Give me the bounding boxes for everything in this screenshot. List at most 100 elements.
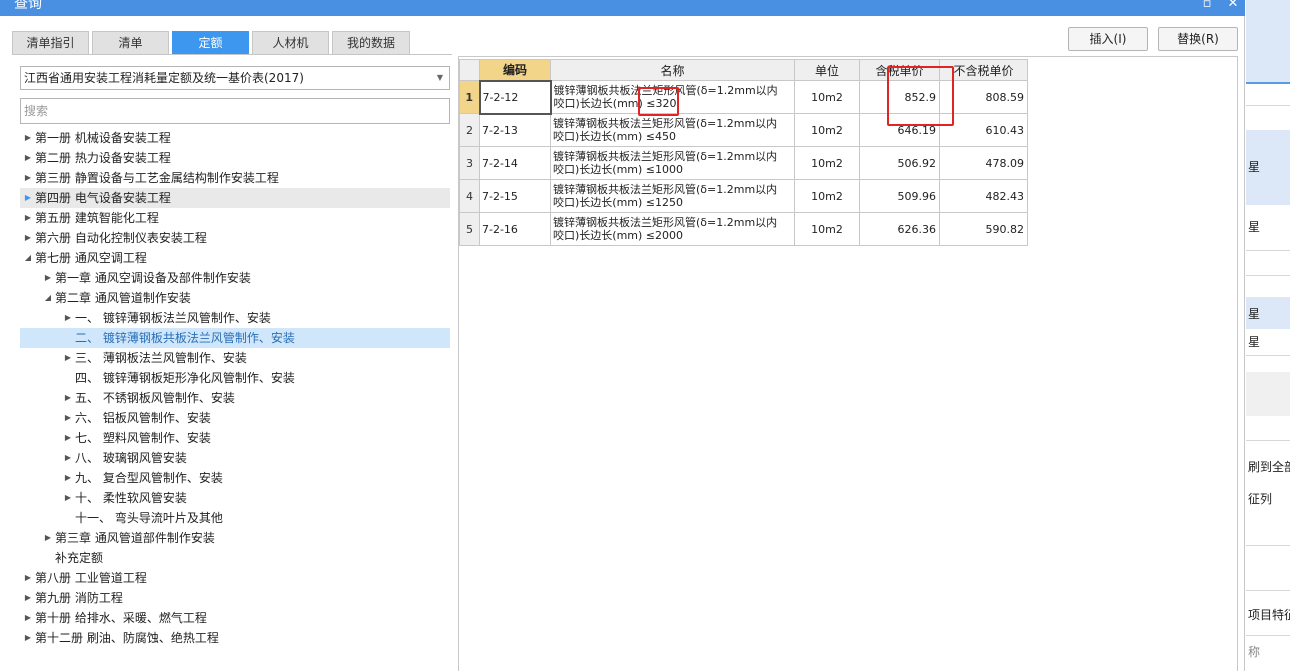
tree-item[interactable]: ▶ 十、 柔性软风管安装 xyxy=(20,488,450,508)
row-number[interactable]: 2 xyxy=(459,113,480,147)
cell-code[interactable]: 7-2-13 xyxy=(479,113,551,147)
tree-item[interactable]: ▶ 第十二册 刷油、防腐蚀、绝热工程 xyxy=(20,628,450,648)
tree-item[interactable]: ▶ 第八册 工业管道工程 xyxy=(20,568,450,588)
chevron-right-icon[interactable]: ▶ xyxy=(62,348,74,368)
tree-item[interactable]: ▶ 七、 塑料风管制作、安装 xyxy=(20,428,450,448)
cell-price-tax[interactable]: 646.19 xyxy=(859,113,940,147)
chevron-right-icon[interactable]: ▶ xyxy=(22,168,34,188)
cell-price-notax[interactable]: 590.82 xyxy=(939,212,1028,246)
table-row[interactable]: 1 7-2-12 镀锌薄钢板共板法兰矩形风管(δ=1.2mm以内 咬口)长边长(mm)… xyxy=(459,79,1028,115)
chevron-right-icon[interactable]: ▶ xyxy=(22,628,34,648)
cell-price-notax[interactable]: 482.43 xyxy=(939,179,1028,213)
chevron-right-icon[interactable]: ▶ xyxy=(62,308,74,328)
quota-library-select[interactable]: 江西省通用安装工程消耗量定额及统一基价表(2017) ▼ xyxy=(20,66,450,90)
cell-unit[interactable]: 10m2 xyxy=(794,212,860,246)
window-titlebar[interactable]: 查询 ▫ ✕ xyxy=(0,0,1245,16)
tree-item[interactable]: ▶ 八、 玻璃钢风管安装 xyxy=(20,448,450,468)
cell-price-notax[interactable]: 478.09 xyxy=(939,146,1028,180)
tree-item[interactable]: ▶ 第一册 机械设备安装工程 xyxy=(20,128,450,148)
cell-name[interactable]: 镀锌薄钢板共板法兰矩形风管(δ=1.2mm以内 咬口)长边长(mm) ≤450 xyxy=(550,113,795,147)
chevron-right-icon[interactable]: ▶ xyxy=(22,208,34,228)
tree-item[interactable]: 补充定额 xyxy=(20,548,450,568)
tab-labor-material-machine[interactable]: 人材机 xyxy=(252,31,329,55)
row-number[interactable]: 3 xyxy=(459,146,480,180)
header-price-notax[interactable]: 不含税单价 xyxy=(939,59,1028,81)
tree-item[interactable]: ▶ 第一章 通风空调设备及部件制作安装 xyxy=(20,268,450,288)
chevron-right-icon[interactable]: ▶ xyxy=(62,408,74,428)
chevron-right-icon[interactable]: ▶ xyxy=(22,128,34,148)
row-number[interactable]: 1 xyxy=(459,80,480,114)
chevron-right-icon[interactable]: ▶ xyxy=(62,388,74,408)
cell-unit[interactable]: 10m2 xyxy=(794,179,860,213)
cell-unit[interactable]: 10m2 xyxy=(794,146,860,180)
header-code[interactable]: 编码 xyxy=(479,59,551,81)
cell-unit[interactable]: 10m2 xyxy=(794,80,860,114)
row-number[interactable]: 4 xyxy=(459,179,480,213)
tree-item[interactable]: ◢ 第七册 通风空调工程 xyxy=(20,248,450,268)
chevron-down-icon[interactable]: ▼ xyxy=(437,67,443,89)
cell-code[interactable]: 7-2-14 xyxy=(479,146,551,180)
cell-price-tax[interactable]: 626.36 xyxy=(859,212,940,246)
chevron-right-icon[interactable]: ▶ xyxy=(62,448,74,468)
chevron-down-icon[interactable]: ◢ xyxy=(42,288,54,308)
table-row[interactable]: 5 7-2-16 镀锌薄钢板共板法兰矩形风管(δ=1.2mm以内 咬口)长边长(mm)… xyxy=(459,212,1028,246)
tree-item[interactable]: ▶ 第三册 静置设备与工艺金属结构制作安装工程 xyxy=(20,168,450,188)
chevron-right-icon[interactable]: ▶ xyxy=(22,228,34,248)
chevron-down-icon[interactable]: ◢ xyxy=(22,248,34,268)
tree-item[interactable]: ▶ 第十册 给排水、采暖、燃气工程 xyxy=(20,608,450,628)
chevron-right-icon[interactable]: ▶ xyxy=(62,468,74,488)
cell-price-notax[interactable]: 808.59 xyxy=(939,80,1028,114)
chevron-right-icon[interactable]: ▶ xyxy=(42,268,54,288)
chevron-right-icon[interactable]: ▶ xyxy=(22,148,34,168)
tree-item[interactable]: ▶ 五、 不锈钢板风管制作、安装 xyxy=(20,388,450,408)
tree-item[interactable]: 二、 镀锌薄钢板共板法兰风管制作、安装 xyxy=(20,328,450,348)
maximize-icon[interactable]: ▫ xyxy=(1199,0,1215,14)
tab-bill-guide[interactable]: 清单指引 xyxy=(12,31,89,55)
replace-button[interactable]: 替换(R) xyxy=(1158,27,1238,51)
tree-item[interactable]: ▶ 六、 铝板风管制作、安装 xyxy=(20,408,450,428)
tab-my-data[interactable]: 我的数据 xyxy=(332,31,410,55)
cell-code[interactable]: 7-2-16 xyxy=(479,212,551,246)
cell-price-tax[interactable]: 852.9 xyxy=(859,80,940,114)
chevron-right-icon[interactable]: ▶ xyxy=(62,488,74,508)
close-icon[interactable]: ✕ xyxy=(1225,0,1241,14)
chevron-right-icon[interactable]: ▶ xyxy=(42,528,54,548)
tree-item[interactable]: ▶ 一、 镀锌薄钢板法兰风管制作、安装 xyxy=(20,308,450,328)
tree-item[interactable]: ▶ 第二册 热力设备安装工程 xyxy=(20,148,450,168)
tab-bill[interactable]: 清单 xyxy=(92,31,169,55)
cell-price-tax[interactable]: 509.96 xyxy=(859,179,940,213)
cell-unit[interactable]: 10m2 xyxy=(794,113,860,147)
cell-code[interactable]: 7-2-12 xyxy=(478,79,552,115)
insert-button[interactable]: 插入(I) xyxy=(1068,27,1148,51)
row-number[interactable]: 5 xyxy=(459,212,480,246)
table-row[interactable]: 4 7-2-15 镀锌薄钢板共板法兰矩形风管(δ=1.2mm以内 咬口)长边长(mm)… xyxy=(459,179,1028,213)
cell-price-notax[interactable]: 610.43 xyxy=(939,113,1028,147)
cell-price-tax[interactable]: 506.92 xyxy=(859,146,940,180)
tree-item[interactable]: ▶ 第五册 建筑智能化工程 xyxy=(20,208,450,228)
tree-item[interactable]: ▶ 三、 薄钢板法兰风管制作、安装 xyxy=(20,348,450,368)
cell-name[interactable]: 镀锌薄钢板共板法兰矩形风管(δ=1.2mm以内 咬口)长边长(mm) ≤1250 xyxy=(550,179,795,213)
tree-item[interactable]: ▶ 第三章 通风管道部件制作安装 xyxy=(20,528,450,548)
chevron-right-icon[interactable]: ▶ xyxy=(22,588,34,608)
header-price-tax[interactable]: 含税单价 xyxy=(859,59,940,81)
chevron-right-icon[interactable]: ▶ xyxy=(62,428,74,448)
table-row[interactable]: 2 7-2-13 镀锌薄钢板共板法兰矩形风管(δ=1.2mm以内 咬口)长边长(mm)… xyxy=(459,113,1028,147)
table-row[interactable]: 3 7-2-14 镀锌薄钢板共板法兰矩形风管(δ=1.2mm以内 咬口)长边长(mm)… xyxy=(459,146,1028,180)
chevron-right-icon[interactable]: ▶ xyxy=(22,568,34,588)
header-unit[interactable]: 单位 xyxy=(794,59,860,81)
tree-item[interactable]: 十一、 弯头导流叶片及其他 xyxy=(20,508,450,528)
chevron-right-icon[interactable]: ▶ xyxy=(22,608,34,628)
tree-item[interactable]: ▶ 第六册 自动化控制仪表安装工程 xyxy=(20,228,450,248)
cell-name[interactable]: 镀锌薄钢板共板法兰矩形风管(δ=1.2mm以内 咬口)长边长(mm) ≤1000 xyxy=(550,146,795,180)
tree-item[interactable]: ▶ 第九册 消防工程 xyxy=(20,588,450,608)
tree-item[interactable]: ▶ 九、 复合型风管制作、安装 xyxy=(20,468,450,488)
tab-quota[interactable]: 定额 xyxy=(172,31,249,55)
search-input[interactable] xyxy=(20,98,450,124)
header-name[interactable]: 名称 xyxy=(550,59,795,81)
cell-name[interactable]: 镀锌薄钢板共板法兰矩形风管(δ=1.2mm以内 咬口)长边长(mm) ≤320 xyxy=(550,80,795,114)
cell-name[interactable]: 镀锌薄钢板共板法兰矩形风管(δ=1.2mm以内 咬口)长边长(mm) ≤2000 xyxy=(550,212,795,246)
cell-code[interactable]: 7-2-15 xyxy=(479,179,551,213)
tree-item[interactable]: ▶ 第四册 电气设备安装工程 xyxy=(20,188,450,208)
tree-item[interactable]: 四、 镀锌薄钢板矩形净化风管制作、安装 xyxy=(20,368,450,388)
tree-item[interactable]: ◢ 第二章 通风管道制作安装 xyxy=(20,288,450,308)
